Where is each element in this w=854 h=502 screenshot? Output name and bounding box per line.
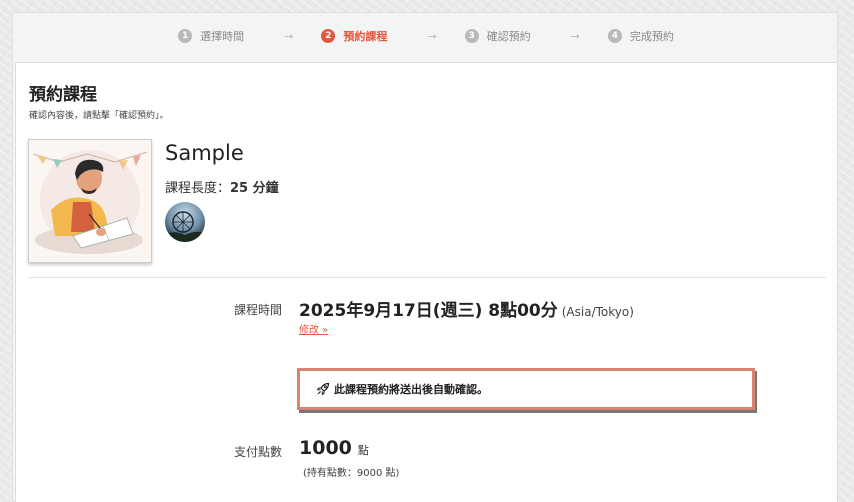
points-unit: 點 [357, 444, 369, 457]
page-subtitle: 確認內容後，請點擊「確認預約」。 [29, 111, 169, 121]
teacher-avatar[interactable] [165, 202, 205, 242]
course-length-value: 25 分鐘 [230, 181, 279, 196]
auto-confirm-notice: 此課程預約將送出後自動確認。 [297, 368, 755, 410]
course-name: Sample [165, 141, 244, 165]
schedule-label: 課程時間 [234, 303, 283, 317]
step-label: 選擇時間 [200, 30, 245, 43]
progress-steps: 1 選擇時間 → 2 預約課程 → 3 確認預約 → 4 完成預約 [13, 13, 839, 59]
notice-text: 此課程預約將送出後自動確認。 [334, 383, 488, 396]
course-length-label: 課程長度： [165, 181, 231, 196]
course-thumbnail [28, 139, 152, 263]
payment-points: 1000 點 [299, 437, 369, 459]
step-label: 預約課程 [343, 30, 388, 43]
step-number: 4 [607, 29, 622, 43]
step-book-course: 2 預約課程 [321, 28, 387, 44]
payment-label: 支付點數 [234, 445, 283, 459]
held-points: (持有點數：9000 點) [303, 468, 400, 479]
step-select-time: 1 選擇時間 [178, 28, 244, 44]
arrow-right-icon: → [570, 29, 580, 43]
arrow-right-icon: → [284, 29, 294, 43]
step-confirm-booking: 3 確認預約 [464, 28, 531, 44]
step-number: 2 [321, 29, 336, 43]
rocket-icon [316, 382, 330, 396]
step-number: 1 [178, 29, 193, 43]
points-value: 1000 [299, 437, 352, 459]
step-complete-booking: 4 完成預約 [607, 28, 674, 44]
arrow-right-icon: → [427, 29, 437, 43]
step-number: 3 [464, 29, 479, 43]
section-divider [28, 277, 826, 278]
lesson-datetime: 2025年9月17日(週三) 8點00分 (Asia/Tokyo) [299, 296, 634, 321]
lesson-timezone: (Asia/Tokyo) [561, 305, 634, 319]
lesson-datetime-value: 2025年9月17日(週三) 8點00分 [299, 301, 558, 321]
step-label: 確認預約 [486, 30, 531, 43]
booking-card: 預約課程 確認內容後，請點擊「確認預約」。 Sample 課程長度：25 分鐘 [15, 62, 838, 502]
course-length: 課程長度：25 分鐘 [165, 177, 279, 196]
step-label: 完成預約 [629, 30, 674, 43]
page-title: 預約課程 [29, 85, 97, 105]
edit-schedule-link[interactable]: 修改 » [299, 321, 328, 336]
